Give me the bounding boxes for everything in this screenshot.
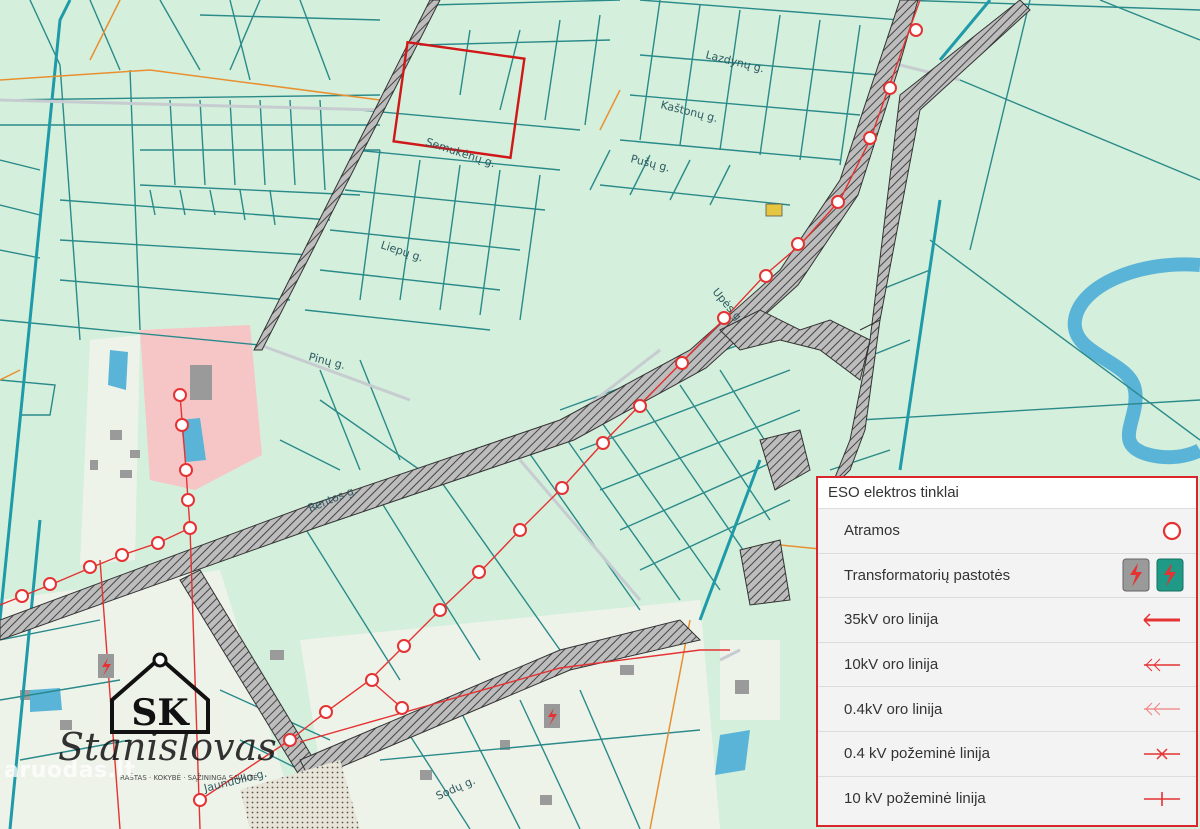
- legend-row-10kv: 10kV oro linija: [818, 643, 1196, 688]
- legend-row-10kv-underground: 10 kV požeminė linija: [818, 777, 1196, 822]
- legend-label: 0.4kV oro linija: [844, 700, 943, 718]
- legend-title: ESO elektros tinklai: [818, 478, 1196, 509]
- legend-label: 35kV oro linija: [844, 611, 939, 629]
- legend-label: 0.4 kV požeminė linija: [844, 745, 990, 763]
- legend-row-04kv: 0.4kV oro linija: [818, 687, 1196, 732]
- circle-support-icon: [1162, 521, 1182, 540]
- legend-label: 10 kV požeminė linija: [844, 790, 986, 808]
- line-35kv-icon: [1143, 613, 1180, 627]
- legend-row-substations: Transformatorių pastotės: [818, 554, 1196, 599]
- underground-10kv-icon: [1144, 791, 1180, 806]
- legend-row-04kv-underground: 0.4 kV požeminė linija: [818, 732, 1196, 777]
- legend-row-35kv: 35kV oro linija: [818, 598, 1196, 643]
- legend-label: Atramos: [844, 522, 900, 540]
- substation-gray-icon: [1122, 558, 1150, 592]
- legend-label: 10kV oro linija: [844, 656, 939, 674]
- logo-tagline: RAŠTAS · KOKYBĖ · SĄŽININGA SAVAITĖ: [120, 773, 258, 782]
- legend-row-supports: Atramos: [818, 509, 1196, 554]
- legend-label: Transformatorių pastotės: [844, 566, 1011, 584]
- map-legend: ESO elektros tinklai Atramos Transformat…: [816, 476, 1198, 827]
- line-04kv-icon: [1144, 702, 1180, 716]
- yellow-marker: [765, 203, 783, 217]
- substation-teal-icon: [1156, 558, 1184, 592]
- watermark: aruodas.lt: [4, 758, 136, 783]
- underground-04kv-icon: [1144, 748, 1180, 760]
- line-10kv-icon: [1144, 658, 1180, 671]
